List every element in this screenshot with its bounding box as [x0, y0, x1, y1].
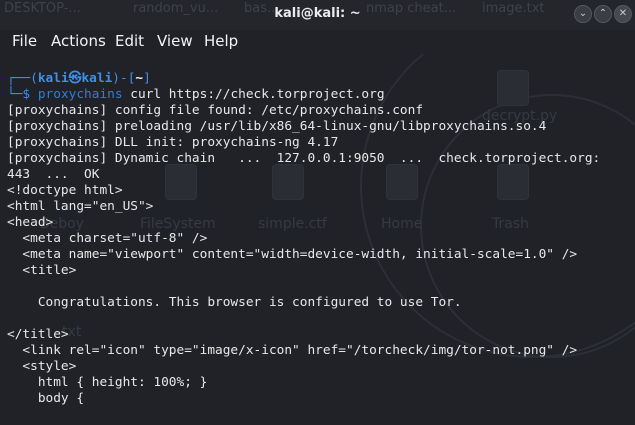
minimize-button[interactable]: ⌄	[574, 5, 592, 23]
output-line: <!doctype html>	[7, 183, 123, 198]
output-line: [proxychains] Dynamic chain ... 127.0.0.…	[7, 151, 601, 166]
prompt-host: kali	[81, 71, 113, 86]
menu-edit[interactable]: Edit	[115, 32, 144, 50]
output-line: Congratulations. This browser is configu…	[7, 295, 462, 310]
command-keyword: proxychains	[37, 87, 123, 102]
title-bar: DESKTOP-... random_vu... bas... nmap che…	[0, 0, 635, 30]
close-button[interactable]: ✕	[614, 5, 632, 23]
minimize-icon: ⌄	[578, 8, 588, 19]
output-line: 443 ... OK	[7, 167, 100, 182]
maximize-button[interactable]: ⌃	[594, 5, 612, 23]
output-line: <meta name="viewport" content="width=dev…	[7, 247, 578, 262]
menu-bar: File Actions Edit View Help	[0, 30, 635, 54]
output-line: </title>	[7, 327, 69, 342]
output-line: <style>	[7, 359, 77, 374]
menu-actions[interactable]: Actions	[51, 32, 106, 50]
output-line: html { height: 100%; }	[7, 375, 208, 390]
terminal-output[interactable]: ┌──(kali㉿kali)-[~] └─$ proxychains curl …	[0, 54, 635, 425]
prompt-bracket: ]	[143, 71, 151, 86]
prompt-bracket: )-[	[112, 71, 136, 86]
menu-help[interactable]: Help	[204, 32, 238, 50]
close-icon: ✕	[618, 8, 628, 19]
output-line: [proxychains] preloading /usr/lib/x86_64…	[7, 119, 547, 134]
prompt-user: kali	[37, 71, 69, 86]
output-line: <title>	[7, 263, 77, 278]
prompt-at-icon: ㉿	[68, 71, 82, 86]
output-line: [proxychains] config file found: /etc/pr…	[7, 103, 424, 118]
prompt-path: ~	[135, 71, 144, 86]
command-line: └─$ proxychains curl https://check.torpr…	[7, 87, 385, 103]
output-line: body {	[7, 391, 85, 406]
command-args: curl https://check.torproject.org	[122, 87, 385, 102]
menu-view[interactable]: View	[157, 32, 193, 50]
output-line: <head>	[7, 215, 54, 230]
prompt-symbol: └─$	[7, 87, 38, 102]
output-line: <html lang="en_US">	[7, 199, 154, 214]
prompt-line-1: ┌──(kali㉿kali)-[~]	[7, 71, 151, 87]
output-line: <link rel="icon" type="image/x-icon" hre…	[7, 343, 578, 358]
terminal-window: DESKTOP-... random_vu... bas... nmap che…	[0, 0, 635, 425]
window-title: kali@kali: ~	[274, 6, 361, 21]
prompt-bracket: ┌──(	[7, 71, 38, 86]
output-line: [proxychains] DLL init: proxychains-ng 4…	[7, 135, 339, 150]
output-line: <meta charset="utf-8" />	[7, 231, 208, 246]
maximize-icon: ⌃	[598, 8, 608, 19]
menu-file[interactable]: File	[12, 32, 37, 50]
